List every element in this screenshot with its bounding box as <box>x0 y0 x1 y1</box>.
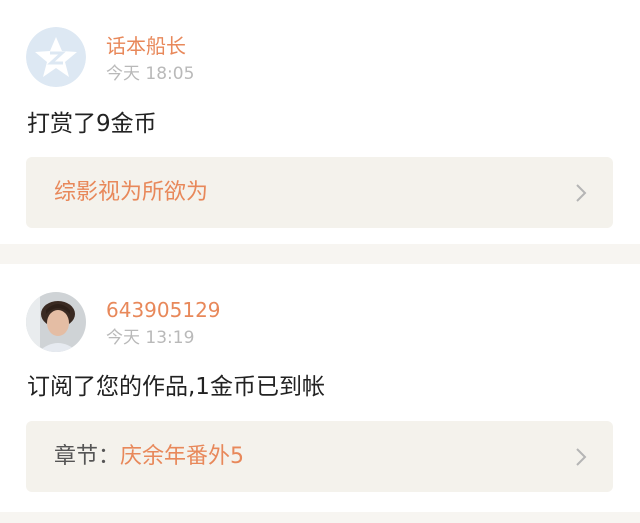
avatar[interactable] <box>26 292 86 352</box>
message-text: 打赏了9金币 <box>27 111 157 137</box>
notification-card: 643905129 今天 13:19 订阅了您的作品,1金币已到帐 章节：庆余年… <box>0 264 640 512</box>
chapter-title: 庆余年番外5 <box>120 444 245 469</box>
avatar[interactable] <box>26 27 86 87</box>
username[interactable]: 643905129 <box>106 298 221 322</box>
user-photo-avatar <box>26 292 86 352</box>
chevron-right-icon <box>576 448 587 466</box>
username[interactable]: 话本船长 <box>106 34 186 58</box>
work-link-label: 综影视为所欲为 <box>54 179 208 207</box>
timestamp: 今天 18:05 <box>106 64 195 84</box>
chapter-link[interactable]: 章节：庆余年番外5 <box>26 421 613 492</box>
chevron-right-icon <box>576 184 587 202</box>
message-text: 订阅了您的作品,1金币已到帐 <box>27 374 325 400</box>
work-link[interactable]: 综影视为所欲为 <box>26 157 613 228</box>
timestamp: 今天 13:19 <box>106 328 195 348</box>
notification-card: 话本船长 今天 18:05 打赏了9金币 综影视为所欲为 <box>0 0 640 244</box>
work-title: 综影视为所欲为 <box>54 180 209 205</box>
chapter-link-label: 章节：庆余年番外5 <box>54 443 244 471</box>
qzone-star-avatar-icon <box>26 27 86 87</box>
link-prefix: 章节： <box>54 444 121 469</box>
